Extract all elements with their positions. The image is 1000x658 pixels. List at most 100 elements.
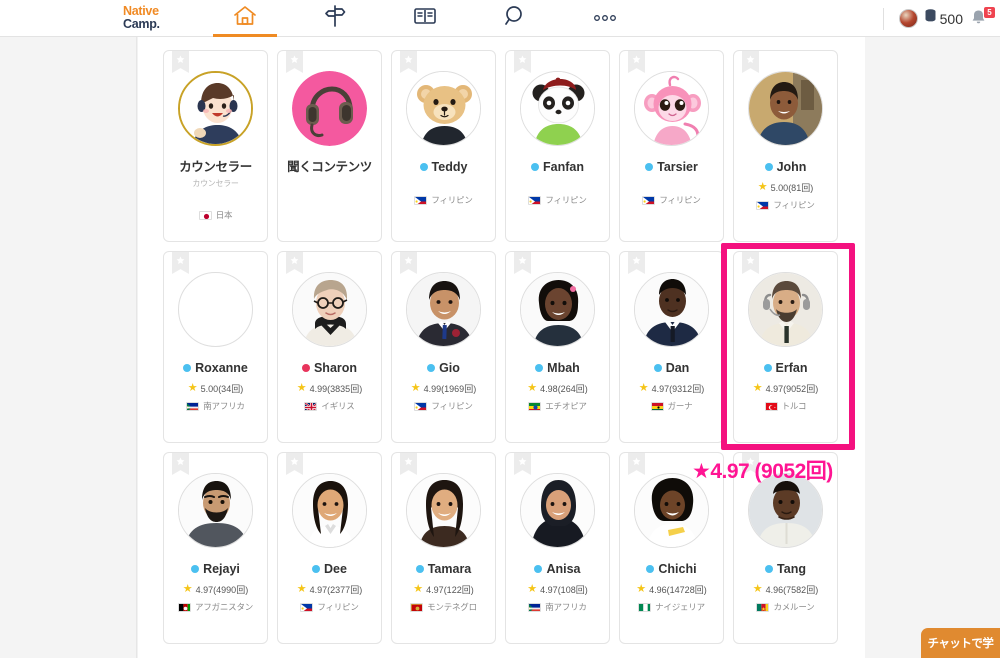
bookmark-icon[interactable] <box>286 51 303 73</box>
bookmark-icon[interactable] <box>628 252 645 274</box>
tutor-name-row: Mbah <box>535 361 580 375</box>
tutor-name: Mbah <box>547 361 580 375</box>
avatar[interactable] <box>898 9 918 28</box>
flag-tr-icon <box>764 401 778 411</box>
bookmark-icon[interactable] <box>514 51 531 73</box>
tutor-name: Dee <box>324 562 347 576</box>
rating-value: 5.00(34回) <box>200 384 244 394</box>
bookmark-icon[interactable] <box>400 252 417 274</box>
tutor-name: Dan <box>665 361 690 375</box>
country-row: 南アフリカ <box>528 601 587 613</box>
tutor-card-grid: カウンセラー カウンセラー 日本 聞くコンテンツ Teddy フィリピン Fanfan フィリ… <box>163 50 853 644</box>
tutor-card[interactable]: Gio ★ 4.99(1969回) フィリピン <box>391 251 496 443</box>
online-status-dot <box>427 364 436 372</box>
tutor-card[interactable]: Roxanne ★ 5.00(34回) 南アフリカ <box>163 251 268 443</box>
tutor-card[interactable]: Dee ★ 4.97(2377回) フィリピン <box>277 452 382 644</box>
rejayi-photo <box>178 473 253 548</box>
tutor-card[interactable]: Fanfan フィリピン <box>505 50 610 242</box>
online-status-dot <box>534 565 543 573</box>
bookmark-icon[interactable] <box>172 51 189 73</box>
bookmark-icon[interactable] <box>172 453 189 475</box>
rating-row: ★ 5.00(34回) <box>188 382 243 395</box>
tutor-name-row: Tamara <box>415 562 471 576</box>
tutor-name-row: Teddy <box>419 160 468 174</box>
flag-ph-icon <box>414 195 428 205</box>
nav-item-home[interactable] <box>200 0 290 37</box>
country-row: モンテネグロ <box>410 601 477 613</box>
tutor-name: Teddy <box>431 160 468 174</box>
tutor-card[interactable]: Sharon ★ 4.99(3835回) イギリス <box>277 251 382 443</box>
tutor-name: Erfan <box>775 361 808 375</box>
flag-ph-icon <box>642 195 656 205</box>
country-label: ナイジェリア <box>655 602 705 612</box>
nav-item-signpost[interactable] <box>290 0 380 37</box>
rating-row: ★ 4.96(7582回) <box>753 583 818 596</box>
bookmark-icon[interactable] <box>742 51 759 73</box>
bookmark-icon[interactable] <box>514 453 531 475</box>
tutor-card[interactable]: Mbah ★ 4.98(264回) エチオピア <box>505 251 610 443</box>
coin-balance[interactable]: 500 <box>925 9 963 28</box>
tutor-name: Anisa <box>546 562 581 576</box>
nav-item-more[interactable] <box>560 0 650 37</box>
bookmark-icon[interactable] <box>172 252 189 274</box>
bookmark-icon[interactable] <box>628 453 645 475</box>
tutor-name: Sharon <box>313 361 358 375</box>
dee-photo <box>292 473 367 548</box>
country-label: 南アフリカ <box>545 602 587 612</box>
more-dots-icon <box>592 10 618 28</box>
bookmark-icon[interactable] <box>514 252 531 274</box>
bookmark-icon[interactable] <box>286 453 303 475</box>
header-divider <box>882 7 884 30</box>
tutor-card[interactable]: Rejayi ★ 4.97(4990回) アフガニスタン <box>163 452 268 644</box>
tutor-card[interactable]: John ★ 5.00(81回) フィリピン <box>733 50 838 242</box>
sharon-photo <box>292 272 367 347</box>
tutor-card[interactable]: 聞くコンテンツ <box>277 50 382 242</box>
tutor-card[interactable]: Erfan ★ 4.97(9052回) トルコ <box>733 251 838 443</box>
rating-row: ★ 4.97(9312回) <box>639 382 704 395</box>
bookmark-icon[interactable] <box>400 453 417 475</box>
tutor-name: John <box>776 160 807 174</box>
online-status-dot <box>312 565 321 573</box>
rating-value: 4.98(264回) <box>540 384 588 394</box>
gio-photo <box>406 272 481 347</box>
bookmark-icon[interactable] <box>286 252 303 274</box>
bookmark-icon[interactable] <box>628 51 645 73</box>
tutor-card[interactable]: カウンセラー カウンセラー 日本 <box>163 50 268 242</box>
rating-value: 4.97(4990回) <box>195 585 249 595</box>
tutor-name-row: Erfan <box>763 361 808 375</box>
monkey-avatar <box>634 71 709 146</box>
tutor-card[interactable]: Dan ★ 4.97(9312回) ガーナ <box>619 251 724 443</box>
tutor-name-row: Tang <box>765 562 806 576</box>
country-row: フィリピン <box>756 199 815 211</box>
rating-row: ★ 4.99(3835回) <box>297 382 362 395</box>
rating-value: 4.97(9312回) <box>651 384 705 394</box>
tutor-name: Tang <box>777 562 806 576</box>
country-row: イギリス <box>304 400 355 412</box>
bookmark-icon[interactable] <box>400 51 417 73</box>
nav-item-book[interactable] <box>380 0 470 37</box>
online-status-dot <box>419 163 428 171</box>
teddy-bear-avatar <box>406 71 481 146</box>
rating-row: ★ 4.97(4990回) <box>183 583 248 596</box>
star-icon: ★ <box>187 382 198 394</box>
star-icon: ★ <box>296 583 307 595</box>
nav-item-search[interactable] <box>470 0 560 37</box>
tutor-card[interactable]: Anisa ★ 4.97(108回) 南アフリカ <box>505 452 610 644</box>
star-icon: ★ <box>636 583 647 595</box>
country-label: フィリピン <box>317 602 359 612</box>
tutor-card[interactable]: Teddy フィリピン <box>391 50 496 242</box>
app-root: Native Camp. 500 5 カウンセラー カウンセラー 日本 聞くコン… <box>0 0 1000 658</box>
star-icon: ★ <box>757 181 768 193</box>
online-status-dot <box>646 565 655 573</box>
online-status-dot <box>183 364 192 372</box>
tutor-card[interactable]: Tamara ★ 4.97(122回) モンテネグロ <box>391 452 496 644</box>
notifications-button[interactable]: 5 <box>970 6 995 29</box>
chat-support-button[interactable]: チャットで学 <box>921 628 1000 658</box>
country-label: フィリピン <box>545 195 587 205</box>
native-camp-logo[interactable]: Native Camp. <box>123 5 160 31</box>
bookmark-icon[interactable] <box>742 252 759 274</box>
rating-value: 4.97(108回) <box>540 585 588 595</box>
tutor-card[interactable]: Tarsier フィリピン <box>619 50 724 242</box>
rating-row: ★ 4.97(2377回) <box>297 583 362 596</box>
flag-gh-icon <box>650 401 664 411</box>
